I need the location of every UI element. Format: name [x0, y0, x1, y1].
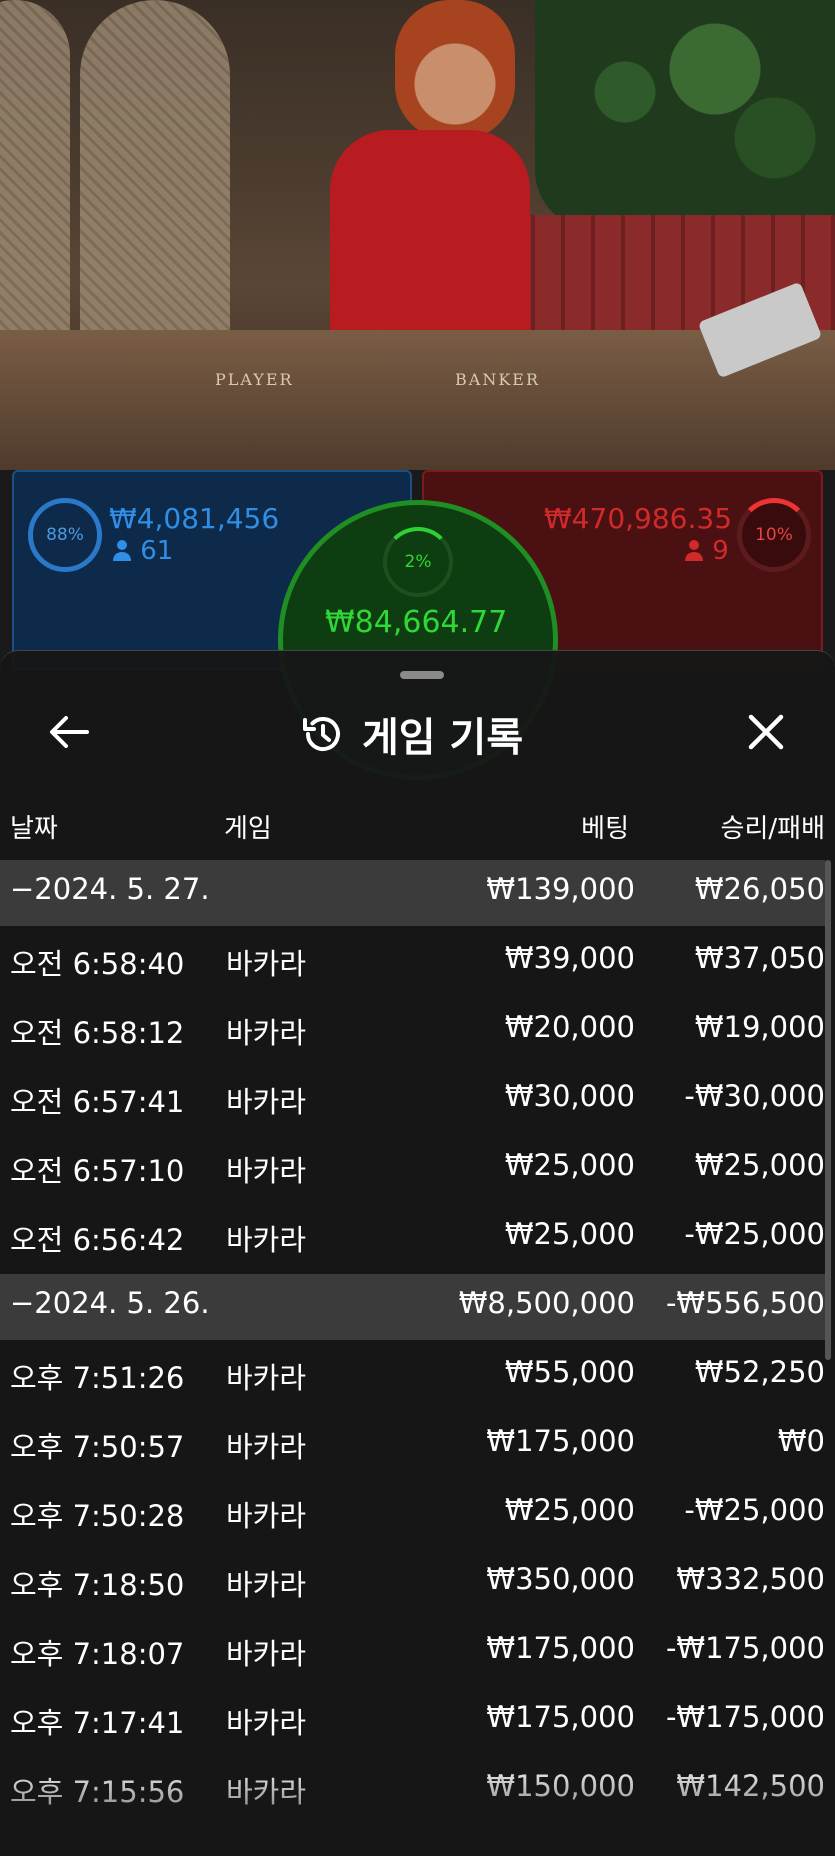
row-bet: ₩20,000 — [504, 1010, 635, 1044]
dealer — [395, 0, 515, 140]
live-video: PLAYER BANKER — [0, 0, 835, 470]
row-result: ₩19,000 — [694, 1010, 825, 1044]
column-header-date: 날짜 — [10, 814, 58, 844]
row-result: ₩25,000 — [694, 1148, 825, 1182]
user-icon — [113, 540, 131, 561]
player-bet-amount: ₩4,081,456 — [109, 502, 280, 535]
sheet-header: 게임 기록 — [0, 695, 835, 765]
row-result: -₩30,000 — [684, 1079, 825, 1113]
group-result-total: ₩26,050 — [694, 872, 825, 906]
group-date: −2024. 5. 26. — [10, 1286, 210, 1320]
row-bet: ₩39,000 — [504, 941, 635, 975]
row-game: 바카라 — [226, 1430, 307, 1464]
row-game: 바카라 — [226, 1154, 307, 1188]
row-bet: ₩175,000 — [486, 1700, 635, 1734]
row-bet: ₩25,000 — [504, 1493, 635, 1527]
row-time: 오후 7:51:26 — [10, 1361, 185, 1395]
row-game: 바카라 — [226, 1016, 307, 1050]
group-bet-total: ₩139,000 — [486, 872, 635, 906]
column-header-bet: 베팅 — [581, 814, 629, 844]
history-row[interactable]: 오후 7:51:26 바카라 ₩55,000 ₩52,250 — [0, 1343, 825, 1409]
banker-count: 9 — [684, 536, 729, 566]
row-bet: ₩175,000 — [486, 1424, 635, 1458]
history-row[interactable]: 오후 7:50:57 바카라 ₩175,000 ₩0 — [0, 1412, 825, 1478]
row-result: -₩175,000 — [665, 1700, 825, 1734]
history-row[interactable]: 오후 7:17:41 바카라 ₩175,000 -₩175,000 — [0, 1688, 825, 1754]
sheet-drag-handle[interactable] — [400, 671, 444, 679]
history-clock-icon — [303, 717, 340, 751]
row-game: 바카라 — [226, 947, 307, 981]
history-row[interactable]: 오후 7:50:28 바카라 ₩25,000 -₩25,000 — [0, 1481, 825, 1547]
banker-percent: 10% — [737, 498, 811, 572]
row-game: 바카라 — [226, 1637, 307, 1671]
row-game: 바카라 — [226, 1085, 307, 1119]
history-row[interactable]: 오전 6:58:12 바카라 ₩20,000 ₩19,000 — [0, 998, 825, 1064]
row-game: 바카라 — [226, 1361, 307, 1395]
back-button[interactable] — [44, 707, 94, 757]
history-row[interactable]: 오전 6:58:40 바카라 ₩39,000 ₩37,050 — [0, 929, 825, 995]
row-game: 바카라 — [226, 1706, 307, 1740]
banker-bet-amount: ₩470,986.35 — [544, 502, 733, 535]
table-label-player: PLAYER — [215, 370, 294, 389]
row-game: 바카라 — [226, 1223, 307, 1257]
group-result-total: -₩556,500 — [665, 1286, 825, 1320]
row-result: -₩25,000 — [684, 1217, 825, 1251]
row-time: 오후 7:18:50 — [10, 1568, 185, 1602]
group-date: −2024. 5. 27. — [10, 872, 210, 906]
tie-percent: 2% — [383, 527, 453, 597]
row-bet: ₩25,000 — [504, 1148, 635, 1182]
column-header-game: 게임 — [224, 814, 272, 844]
row-bet: ₩25,000 — [504, 1217, 635, 1251]
row-time: 오후 7:50:57 — [10, 1430, 185, 1464]
row-bet: ₩55,000 — [504, 1355, 635, 1389]
scrollbar[interactable] — [825, 860, 831, 1360]
row-result: ₩0 — [777, 1424, 825, 1458]
row-time: 오전 6:57:41 — [10, 1085, 185, 1119]
player-percent: 88% — [28, 498, 102, 572]
row-time: 오전 6:58:40 — [10, 947, 185, 981]
row-time: 오전 6:58:12 — [10, 1016, 185, 1050]
row-bet: ₩30,000 — [504, 1079, 635, 1113]
history-row[interactable]: 오후 7:18:07 바카라 ₩175,000 -₩175,000 — [0, 1619, 825, 1685]
row-result: ₩332,500 — [676, 1562, 825, 1596]
history-row[interactable]: 오전 6:56:42 바카라 ₩25,000 -₩25,000 — [0, 1205, 825, 1271]
date-group-row[interactable]: −2024. 5. 26. ₩8,500,000 -₩556,500 — [0, 1274, 825, 1340]
row-bet: ₩350,000 — [486, 1562, 635, 1596]
row-bet: ₩175,000 — [486, 1631, 635, 1665]
close-button[interactable] — [741, 707, 791, 757]
row-time: 오후 7:50:28 — [10, 1499, 185, 1533]
player-count: 61 — [112, 536, 173, 566]
tie-bet-amount: ₩84,664.77 — [325, 605, 508, 640]
group-bet-total: ₩8,500,000 — [458, 1286, 635, 1320]
arrow-left-icon — [50, 716, 89, 748]
column-header-result: 승리/패배 — [720, 814, 825, 844]
history-row[interactable]: 오전 6:57:41 바카라 ₩30,000 -₩30,000 — [0, 1067, 825, 1133]
row-result: -₩25,000 — [684, 1493, 825, 1527]
date-group-row[interactable]: −2024. 5. 27. ₩139,000 ₩26,050 — [0, 860, 825, 926]
user-icon — [685, 540, 703, 561]
row-result: ₩37,050 — [694, 941, 825, 975]
row-result: ₩52,250 — [694, 1355, 825, 1389]
row-time: 오후 7:18:07 — [10, 1637, 185, 1671]
row-time: 오전 6:56:42 — [10, 1223, 185, 1257]
row-time: 오후 7:17:41 — [10, 1706, 185, 1740]
sheet-title: 게임 기록 — [362, 715, 524, 761]
table-label-banker: BANKER — [455, 370, 540, 389]
close-icon — [748, 714, 784, 750]
row-game: 바카라 — [226, 1568, 307, 1602]
row-game: 바카라 — [226, 1499, 307, 1533]
row-result: -₩175,000 — [665, 1631, 825, 1665]
history-row[interactable]: 오후 7:18:50 바카라 ₩350,000 ₩332,500 — [0, 1550, 825, 1616]
row-time: 오전 6:57:10 — [10, 1154, 185, 1188]
history-row[interactable]: 오전 6:57:10 바카라 ₩25,000 ₩25,000 — [0, 1136, 825, 1202]
